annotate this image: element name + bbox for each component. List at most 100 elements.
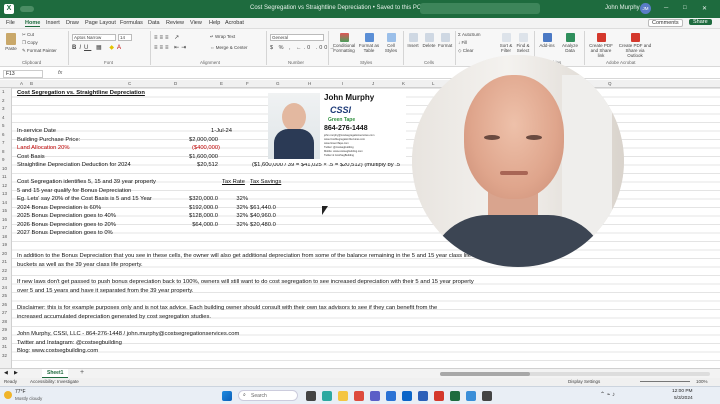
purchase-price-label[interactable]: Building Purchase Price: <box>17 136 80 144</box>
minimize-icon[interactable]: ─ <box>664 5 668 11</box>
bonus-2024-label[interactable]: 2024 Bonus Depreciation is 60% <box>17 204 101 212</box>
edge-icon[interactable] <box>322 391 332 401</box>
column-header-e[interactable]: E <box>220 81 223 86</box>
wrap-text-button[interactable]: ↵ Wrap Text <box>210 34 235 39</box>
row-header-18[interactable]: 18 <box>2 234 7 239</box>
purchase-price-value[interactable]: $2,000,000 <box>172 136 218 144</box>
autosave-toggle[interactable] <box>20 6 34 12</box>
column-header-i[interactable]: I <box>342 81 343 86</box>
copy-button[interactable]: ❐ Copy <box>22 40 38 45</box>
contact-line-2[interactable]: Twitter and Instagram: @costsegbuilding <box>17 339 122 347</box>
add-sheet-icon[interactable]: + <box>80 369 84 376</box>
tab-review[interactable]: Review <box>166 20 184 26</box>
row-header-25[interactable]: 25 <box>2 293 7 298</box>
row-header-22[interactable]: 22 <box>2 268 7 273</box>
paragraph-additional-1[interactable]: In addition to the Bonus Depreciation th… <box>17 252 471 260</box>
row-header-14[interactable]: 14 <box>2 200 7 205</box>
example-label[interactable]: Eg. Lets' say 20% of the Cost Basis is 5… <box>17 195 152 203</box>
row-header-8[interactable]: 8 <box>2 149 5 154</box>
row-header-3[interactable]: 3 <box>2 106 5 111</box>
align-top-buttons[interactable]: ≡≡≡ ↗ <box>154 34 181 41</box>
bonus-2025-savings[interactable]: $40,960.0 <box>250 212 276 220</box>
row-header-2[interactable]: 2 <box>2 98 5 103</box>
zoom-level[interactable]: 100% <box>696 379 708 384</box>
insert-cells-button[interactable]: Insert <box>406 33 420 48</box>
bonus-2024-savings[interactable]: $61,440.0 <box>250 204 276 212</box>
row-header-26[interactable]: 26 <box>2 302 7 307</box>
bonus-2026-savings[interactable]: $20,480.0 <box>250 221 276 229</box>
number-buttons[interactable]: $ % , ←.0 .00→ <box>270 45 337 51</box>
word-icon[interactable] <box>418 391 428 401</box>
outlook-icon[interactable] <box>402 391 412 401</box>
column-header-h[interactable]: H <box>308 81 311 86</box>
tab-draw[interactable]: Draw <box>66 20 79 26</box>
row-header-16[interactable]: 16 <box>2 217 7 222</box>
bonus-2025-label[interactable]: 2025 Bonus Depreciation goes to 40% <box>17 212 116 220</box>
tab-view[interactable]: View <box>190 20 202 26</box>
cost-seg-identifies[interactable]: Cost Segregation identifies 5, 15 and 39… <box>17 178 156 186</box>
straightline-label[interactable]: Straightline Depreciation Deduction for … <box>17 161 131 169</box>
find-select-button[interactable]: Find & Select <box>515 33 531 53</box>
close-icon[interactable]: ✕ <box>702 5 707 12</box>
row-header-19[interactable]: 19 <box>2 242 7 247</box>
tab-page-layout[interactable]: Page Layout <box>85 20 116 26</box>
paragraph-additional-2[interactable]: buckets as well as the 39 year class lif… <box>17 261 143 269</box>
excel-taskbar-icon[interactable] <box>450 391 460 401</box>
search-box[interactable] <box>420 3 540 14</box>
taskbar-search[interactable]: ⌕ Search <box>238 390 298 401</box>
bonus-2025-value[interactable]: $128,000.0 <box>172 212 218 220</box>
bonus-2024-rate[interactable]: 32% <box>222 204 248 212</box>
clear-button[interactable]: ◇ Clear <box>458 48 473 53</box>
row-header-21[interactable]: 21 <box>2 259 7 264</box>
row-header-13[interactable]: 13 <box>2 191 7 196</box>
bonus-2025-rate[interactable]: 32% <box>222 212 248 220</box>
format-cells-button[interactable]: Format <box>438 33 452 48</box>
column-header-a[interactable]: A <box>20 81 23 86</box>
business-card-image[interactable]: John Murphy CSSI Green Tape 864-276-1448… <box>268 93 406 163</box>
paragraph-new-laws-2[interactable]: over 5 and 15 years and have it separate… <box>17 287 193 295</box>
maximize-icon[interactable]: □ <box>683 5 687 11</box>
row-header-28[interactable]: 28 <box>2 319 7 324</box>
cut-button[interactable]: ✂ Cut <box>22 32 34 37</box>
sheet-nav-prev-icon[interactable]: ◀ <box>4 370 8 376</box>
align-buttons[interactable]: ≡≡≡ ⇤⇥ <box>154 44 188 51</box>
tab-acrobat[interactable]: Acrobat <box>225 20 244 26</box>
acrobat-icon[interactable] <box>434 391 444 401</box>
row-header-27[interactable]: 27 <box>2 310 7 315</box>
sheet-title[interactable]: Cost Segregation vs. Straightline Deprec… <box>17 89 145 97</box>
autosum-button[interactable]: Σ AutoSum <box>458 32 481 37</box>
teams-icon[interactable] <box>370 391 380 401</box>
sheet-nav-next-icon[interactable]: ▶ <box>14 370 18 376</box>
start-icon[interactable] <box>222 391 232 401</box>
row-header-6[interactable]: 6 <box>2 132 5 137</box>
tax-rate-header[interactable]: Tax Rate <box>222 178 245 186</box>
merge-center-button[interactable]: ⇔ Merge & Center <box>210 45 248 50</box>
cell-styles-button[interactable]: Cell Styles <box>382 33 400 53</box>
addins-button[interactable]: Add-ins <box>538 33 556 48</box>
fill-button[interactable]: ↓ Fill <box>458 40 467 45</box>
row-header-10[interactable]: 10 <box>2 166 7 171</box>
column-header-c[interactable]: C <box>128 81 131 86</box>
display-settings-button[interactable]: Display Settings <box>568 379 600 384</box>
accessibility-status[interactable]: Accessibility: Investigate <box>30 379 79 384</box>
column-header-f[interactable]: F <box>246 81 249 86</box>
horizontal-scrollbar[interactable] <box>440 372 710 376</box>
bonus-2024-value[interactable]: $192,000.0 <box>172 204 218 212</box>
file-explorer-icon[interactable] <box>338 391 348 401</box>
tax-savings-header[interactable]: Tax Savings <box>250 178 281 186</box>
straightline-value[interactable]: $20,512 <box>172 161 218 169</box>
clock-date[interactable]: 5/3/2024 <box>674 396 693 401</box>
disclaimer-2[interactable]: increased accumulated depreciation gener… <box>17 313 211 321</box>
row-header-29[interactable]: 29 <box>2 327 7 332</box>
conditional-formatting-button[interactable]: Conditional Formatting <box>332 33 356 53</box>
row-header-15[interactable]: 15 <box>2 208 7 213</box>
delete-cells-button[interactable]: Delete <box>422 33 436 48</box>
task-view-icon[interactable] <box>306 391 316 401</box>
tab-help[interactable]: Help <box>209 20 220 26</box>
contact-line-3[interactable]: Blog: www.costsegbuilding.com <box>17 347 98 355</box>
store-icon[interactable] <box>386 391 396 401</box>
paste-button[interactable]: Paste <box>4 33 18 51</box>
clock-time[interactable]: 12:00 PM <box>672 389 693 394</box>
row-header-9[interactable]: 9 <box>2 157 5 162</box>
bonus-2027-label[interactable]: 2027 Bonus Depreciation goes to 0% <box>17 229 113 237</box>
